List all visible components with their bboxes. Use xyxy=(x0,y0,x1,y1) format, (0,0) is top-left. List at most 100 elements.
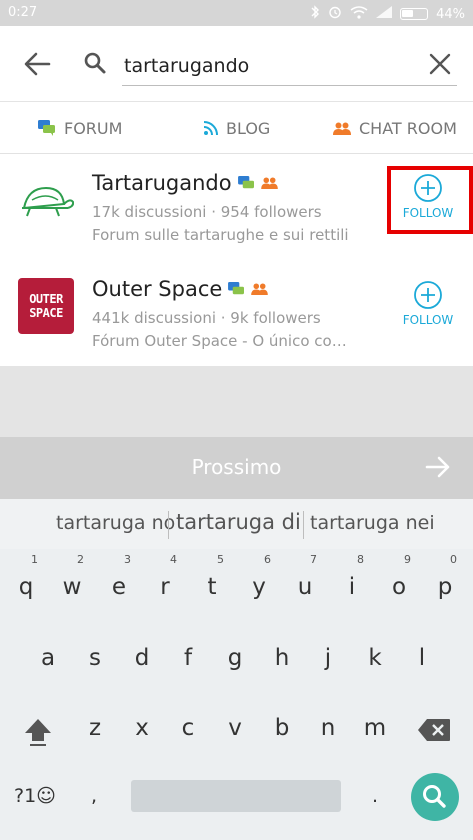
key-a[interactable]: a xyxy=(28,645,68,671)
result-title: Tartarugando xyxy=(92,171,232,195)
people-icon xyxy=(260,177,278,189)
key-n[interactable]: n xyxy=(308,715,348,741)
key-z[interactable]: z xyxy=(75,715,115,741)
key-label: y xyxy=(252,574,266,600)
key-label: u xyxy=(297,574,313,600)
symbols-key[interactable]: ?1☺ xyxy=(14,785,56,807)
search-bar xyxy=(0,26,473,102)
key-label: r xyxy=(160,574,170,600)
suggestion-divider xyxy=(168,511,169,539)
key-hint: 1 xyxy=(31,553,38,566)
follow-button[interactable]: FOLLOW xyxy=(393,280,463,340)
key-l[interactable]: l xyxy=(402,645,442,671)
plus-circle-icon xyxy=(414,281,442,309)
key-w[interactable]: 2w xyxy=(52,553,92,600)
key-i[interactable]: 8i xyxy=(332,553,372,600)
key-comma[interactable]: , xyxy=(91,785,97,807)
list-item[interactable]: OUTER SPACE Outer Space 441k discussioni… xyxy=(0,260,473,366)
tab-blog[interactable]: BLOG xyxy=(204,102,270,154)
bluetooth-icon xyxy=(311,5,320,23)
search-icon xyxy=(423,785,446,808)
tab-forum[interactable]: FORUM xyxy=(38,102,122,154)
key-hint: 5 xyxy=(217,553,224,566)
battery-level: 44% xyxy=(436,6,465,22)
wifi-icon xyxy=(350,5,368,23)
key-d[interactable]: d xyxy=(122,645,162,671)
key-r[interactable]: 4r xyxy=(145,553,185,600)
tab-chat-room-label: CHAT ROOM xyxy=(359,118,457,138)
key-f[interactable]: f xyxy=(168,645,208,671)
key-hint: 3 xyxy=(124,553,131,566)
key-v[interactable]: v xyxy=(215,715,255,741)
follow-label: FOLLOW xyxy=(402,313,454,327)
people-icon xyxy=(333,122,351,135)
key-y[interactable]: 6y xyxy=(239,553,279,600)
key-c[interactable]: c xyxy=(168,715,208,741)
key-label: w xyxy=(62,574,82,600)
key-m[interactable]: m xyxy=(355,715,395,741)
alarm-icon xyxy=(328,5,342,23)
result-type-tabs: FORUM BLOG CHAT ROOM xyxy=(0,102,473,154)
key-s[interactable]: s xyxy=(75,645,115,671)
search-input[interactable] xyxy=(122,46,457,86)
result-description: Forum sulle tartarughe e sui rettili xyxy=(92,226,349,244)
search-icon xyxy=(84,52,106,74)
suggestion-item[interactable]: tartaruga di xyxy=(176,510,301,534)
keyboard-search-button[interactable] xyxy=(411,773,459,821)
key-u[interactable]: 7u xyxy=(285,553,325,600)
key-hint: 9 xyxy=(404,553,411,566)
spacebar[interactable] xyxy=(131,780,341,812)
people-icon xyxy=(251,283,269,295)
close-icon[interactable] xyxy=(428,52,452,76)
key-b[interactable]: b xyxy=(262,715,302,741)
battery-icon xyxy=(400,8,429,20)
key-label: i xyxy=(348,574,356,600)
key-hint: 8 xyxy=(357,553,364,566)
next-bar[interactable]: Prossimo xyxy=(0,437,473,499)
key-hint: 7 xyxy=(310,553,317,566)
key-t[interactable]: 5t xyxy=(192,553,232,600)
suggestion-item[interactable]: tartaruga no xyxy=(56,512,175,534)
key-g[interactable]: g xyxy=(215,645,255,671)
backspace-icon[interactable] xyxy=(417,718,451,742)
suggestion-strip: tartaruga no tartaruga di tartaruga nei xyxy=(0,499,473,549)
tab-chat-room[interactable]: CHAT ROOM xyxy=(333,102,457,154)
key-x[interactable]: x xyxy=(122,715,162,741)
key-j[interactable]: j xyxy=(308,645,348,671)
key-label: p xyxy=(437,574,453,600)
key-label: t xyxy=(207,574,217,600)
key-q[interactable]: 1q xyxy=(6,553,46,600)
arrow-left-icon[interactable] xyxy=(22,50,52,78)
key-hint: 6 xyxy=(264,553,271,566)
status-time: 0:27 xyxy=(8,5,38,20)
suggestion-item[interactable]: tartaruga nei xyxy=(310,512,435,534)
key-period[interactable]: . xyxy=(372,785,378,807)
key-label: e xyxy=(111,574,127,600)
rss-icon xyxy=(204,121,218,135)
outer-space-logo: OUTER SPACE xyxy=(18,278,74,334)
next-label: Prossimo xyxy=(191,455,282,479)
arrow-right-icon xyxy=(425,456,450,478)
tab-forum-label: FORUM xyxy=(64,118,123,138)
result-title: Outer Space xyxy=(92,277,223,301)
key-hint: 2 xyxy=(77,553,84,566)
key-k[interactable]: k xyxy=(355,645,395,671)
forum-chat-icon xyxy=(38,120,55,136)
forum-chat-icon xyxy=(228,281,245,294)
tab-blog-label: BLOG xyxy=(226,118,271,138)
result-meta: 17k discussioni · 954 followers xyxy=(92,203,322,221)
result-description: Fórum Outer Space - O único co… xyxy=(92,332,347,350)
key-hint: 4 xyxy=(170,553,177,566)
key-e[interactable]: 3e xyxy=(99,553,139,600)
highlight-box xyxy=(387,166,473,234)
shift-icon[interactable] xyxy=(21,715,55,749)
result-title-line: Outer Space xyxy=(92,277,269,301)
forum-chat-icon xyxy=(237,175,254,188)
status-bar: 0:27 44% xyxy=(0,0,473,26)
suggestion-divider xyxy=(303,511,304,539)
key-h[interactable]: h xyxy=(262,645,302,671)
key-o[interactable]: 9o xyxy=(379,553,419,600)
turtle-logo-icon xyxy=(22,186,74,217)
signal-icon xyxy=(376,6,393,22)
key-p[interactable]: 0p xyxy=(425,553,465,600)
